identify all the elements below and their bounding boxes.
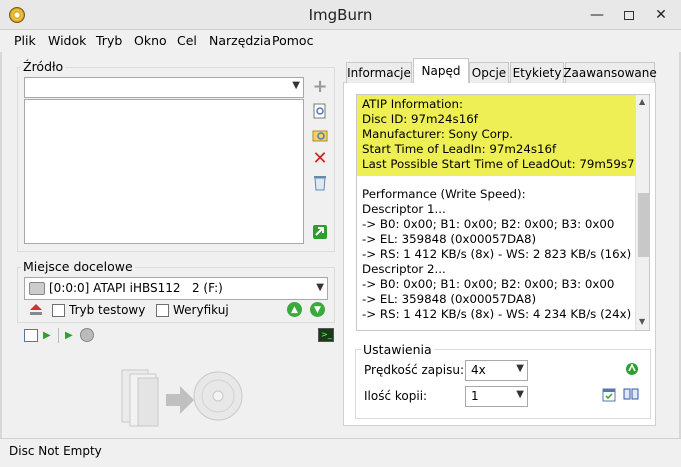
play-icon[interactable]: ▶	[43, 330, 51, 341]
add-icon[interactable]: +	[312, 76, 328, 97]
toolbar-separator	[58, 328, 59, 343]
menu-plik[interactable]: Plik	[14, 33, 36, 48]
write-speed-label: Prędkość zapisu:	[364, 363, 464, 377]
copies-label: Ilość kopii:	[364, 389, 428, 403]
remove-icon[interactable]: ✕	[312, 148, 328, 169]
close-button[interactable]: ✕	[643, 0, 679, 30]
test-mode-label: Tryb testowy	[69, 303, 146, 317]
clear-icon[interactable]	[312, 175, 328, 191]
info-line: Performance (Write Speed):	[362, 187, 526, 201]
disc-icon[interactable]	[80, 328, 94, 342]
info-line: Descriptor 1...	[362, 202, 446, 216]
info-line: Manufacturer: Sony Corp.	[362, 127, 514, 141]
refresh-speed-icon[interactable]	[624, 361, 640, 377]
minimize-icon: —	[590, 7, 604, 23]
scroll-up-icon[interactable]: ▲	[639, 97, 645, 106]
status-text: Disc Not Empty	[9, 444, 102, 458]
title-bar: ImgBurn — ✕	[0, 0, 681, 30]
info-line: -> RS: 1 412 KB/s (8x) - WS: 2 823 KB/s …	[362, 247, 632, 261]
copies-value: 1	[471, 389, 479, 403]
play-queue-icon[interactable]: ▶	[65, 330, 73, 341]
browse-file-icon[interactable]	[312, 103, 328, 119]
browse-folder-icon[interactable]	[312, 127, 328, 143]
menu-pomoc[interactable]: Pomoc	[272, 33, 313, 48]
menu-bar: Plik Widok Tryb Okno Cel Narzędzia Pomoc	[0, 30, 681, 52]
menu-widok[interactable]: Widok	[48, 33, 86, 48]
console-icon[interactable]: >_	[318, 328, 334, 342]
info-line: ATIP Information:	[362, 97, 463, 111]
info-line: Descriptor 2...	[362, 262, 446, 276]
scroll-down-icon[interactable]: ▼	[639, 317, 645, 326]
tab-opcje[interactable]: Opcje	[469, 62, 509, 83]
arrow-up-icon[interactable]: ▲	[287, 302, 302, 317]
source-combo[interactable]: ▼	[24, 77, 304, 98]
calendar-icon[interactable]	[602, 387, 617, 402]
minimize-button[interactable]: —	[580, 0, 614, 30]
write-speed-combo[interactable]: 4x ▼	[465, 360, 528, 381]
chevron-down-icon: ▼	[516, 389, 524, 400]
close-icon: ✕	[655, 7, 667, 23]
chevron-down-icon: ▼	[516, 363, 524, 374]
write-button[interactable]	[118, 360, 246, 430]
write-speed-value: 4x	[471, 363, 486, 377]
tab-etykiety[interactable]: Etykiety	[510, 62, 564, 83]
log-window-icon[interactable]	[24, 329, 38, 342]
drive-info-textbox[interactable]: ATIP Information: Disc ID: 97m24s16f Man…	[356, 94, 650, 331]
book-icon[interactable]	[623, 387, 639, 401]
eject-icon[interactable]	[28, 303, 44, 317]
verify-label: Weryfikuj	[173, 303, 229, 317]
verify-checkbox[interactable]	[156, 304, 169, 317]
info-line: -> RS: 1 412 KB/s (8x) - WS: 4 234 KB/s …	[362, 307, 632, 321]
maximize-button[interactable]	[612, 0, 646, 30]
destination-label: Miejsce docelowe	[21, 259, 135, 274]
tab-naped[interactable]: Napęd	[413, 58, 469, 83]
menu-cel[interactable]: Cel	[177, 33, 197, 48]
chevron-down-icon: ▼	[292, 80, 300, 91]
info-line: Disc ID: 97m24s16f	[362, 112, 478, 126]
destination-drive-combo[interactable]: [0:0:0] ATAPI iHBS112 2 (F:) ▼	[24, 277, 328, 300]
info-line: -> EL: 359848 (0x00057DA8)	[362, 232, 537, 246]
info-line: -> B0: 0x00; B1: 0x00; B2: 0x00; B3: 0x0…	[362, 217, 615, 231]
info-line: -> B0: 0x00; B1: 0x00; B2: 0x00; B3: 0x0…	[362, 277, 615, 291]
tab-zaawansowane[interactable]: Zaawansowane	[563, 62, 657, 83]
maximize-icon	[624, 10, 634, 20]
scrollbar-thumb[interactable]	[638, 193, 649, 257]
menu-narzedzia[interactable]: Narzędzia	[209, 33, 271, 48]
tab-informacje[interactable]: Informacje	[346, 62, 412, 83]
info-line: -> EL: 359848 (0x00057DA8)	[362, 292, 537, 306]
menu-tryb[interactable]: Tryb	[96, 33, 122, 48]
window-title: ImgBurn	[308, 6, 373, 24]
test-mode-checkbox[interactable]	[52, 304, 65, 317]
arrow-down-icon[interactable]: ▼	[310, 302, 325, 317]
info-line: Last Possible Start Time of LeadOut: 79m…	[362, 157, 647, 171]
calculate-icon[interactable]	[312, 224, 328, 240]
chevron-down-icon: ▼	[316, 282, 324, 293]
source-file-list[interactable]	[24, 99, 304, 244]
menu-okno[interactable]: Okno	[134, 33, 167, 48]
status-bar: Disc Not Empty	[0, 438, 681, 467]
source-label: Źródło	[21, 59, 66, 74]
destination-drive-value: [0:0:0] ATAPI iHBS112 2 (F:)	[49, 281, 223, 295]
drive-icon	[29, 282, 45, 295]
settings-label: Ustawienia	[361, 342, 434, 357]
info-line: Start Time of LeadIn: 97m24s16f	[362, 142, 557, 156]
vertical-scrollbar[interactable]: ▲ ▼	[635, 95, 649, 330]
copies-combo[interactable]: 1 ▼	[465, 386, 528, 407]
